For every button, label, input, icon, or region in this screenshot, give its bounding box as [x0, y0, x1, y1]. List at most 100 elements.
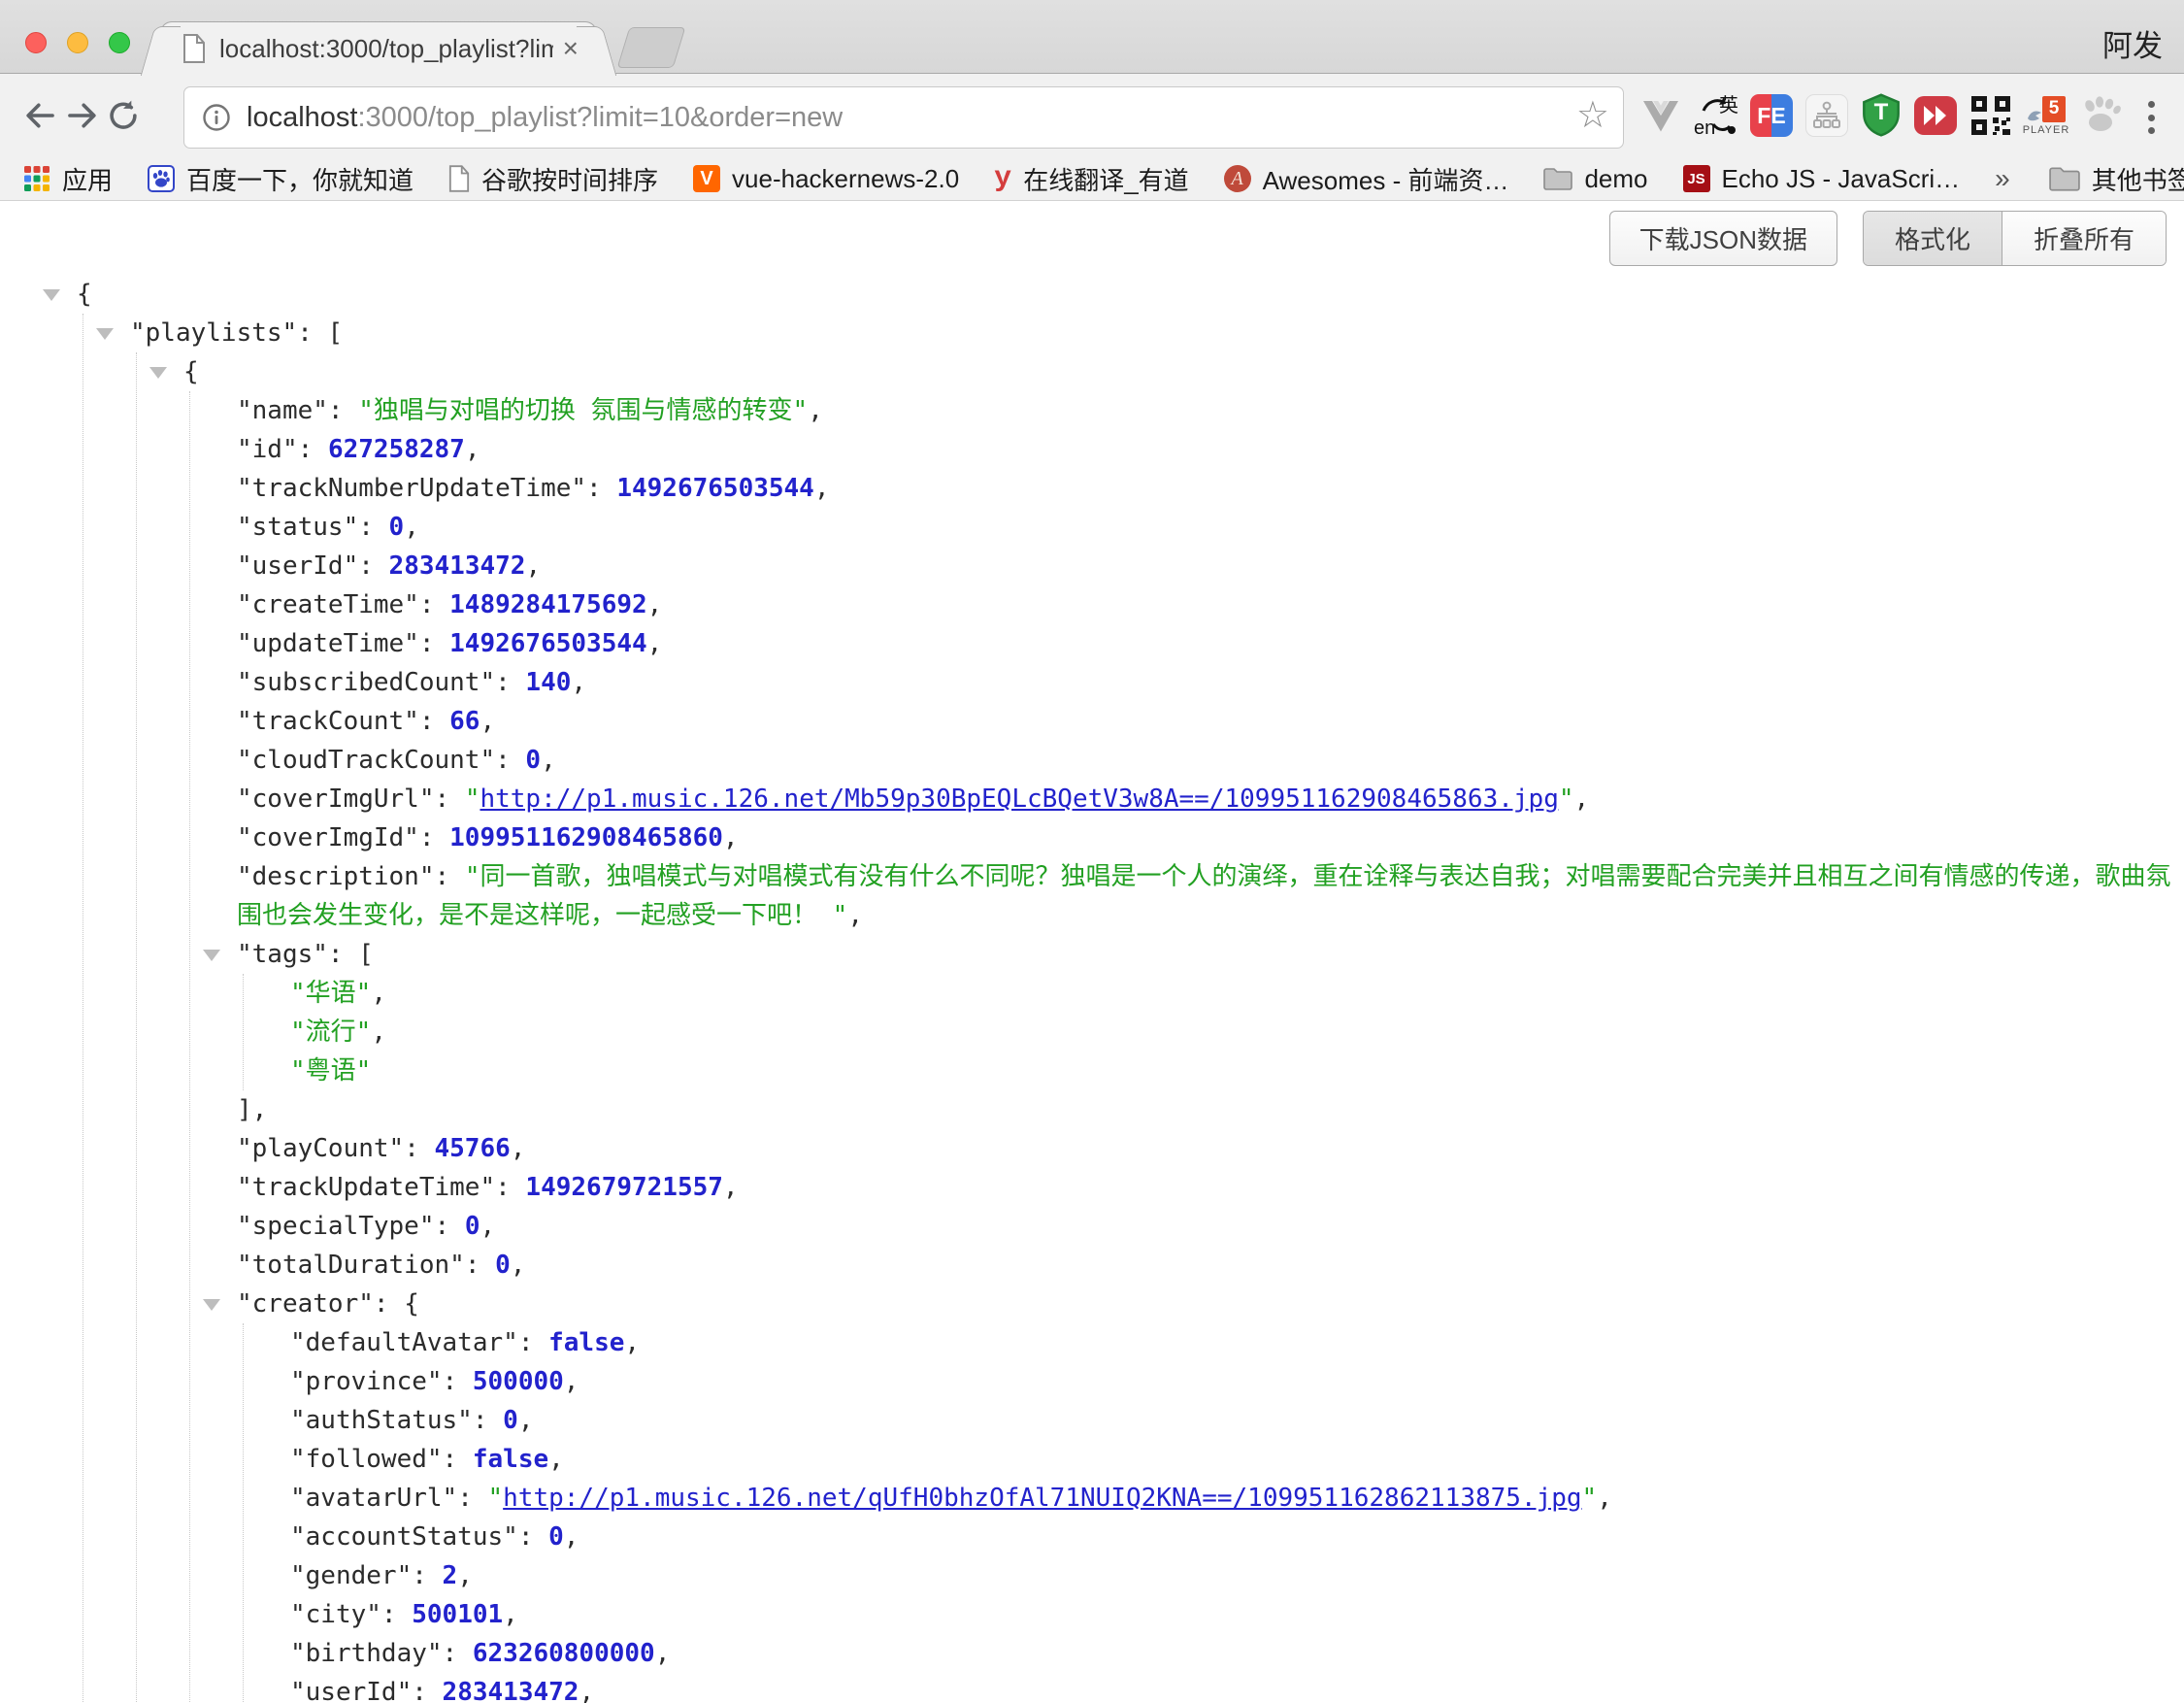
json-token: : — [358, 513, 388, 542]
browser-tab[interactable]: localhost:3000/top_playlist?lim × — [160, 21, 597, 75]
json-token: , — [252, 1095, 268, 1124]
json-number-value: 283413472 — [443, 1678, 579, 1703]
address-bar[interactable]: localhost:3000/top_playlist?limit=10&ord… — [183, 86, 1624, 149]
bookmark-echojs[interactable]: JS Echo JS - JavaScri… — [1683, 164, 1961, 194]
json-string-value: "流行" — [290, 1018, 371, 1047]
bookmark-vue-hackernews[interactable]: V vue-hackernews-2.0 — [693, 164, 959, 194]
bookmark-label: 百度一下，你就知道 — [186, 161, 414, 197]
collapse-arrow-icon[interactable] — [203, 1299, 220, 1311]
json-token: , — [647, 629, 663, 658]
video-speed-icon[interactable] — [1913, 91, 1958, 140]
json-key: "trackCount" — [237, 707, 419, 736]
json-number-value: 109951162908465860 — [449, 823, 723, 852]
fe-icon[interactable]: FE — [1749, 91, 1794, 140]
qrcode-icon[interactable] — [1969, 91, 2013, 140]
url-host: localhost — [247, 102, 357, 133]
json-key: "totalDuration" — [237, 1251, 465, 1280]
json-token: , — [571, 668, 586, 697]
collapse-arrow-icon[interactable] — [43, 289, 60, 301]
json-token: , — [465, 435, 480, 464]
sitemap-icon[interactable] — [1804, 91, 1849, 140]
json-bracket: { — [404, 1289, 419, 1319]
other-bookmarks-label: 其他书签 — [2092, 161, 2184, 197]
browser-menu-icon[interactable] — [2135, 98, 2167, 137]
bookmark-apps[interactable]: 应用 — [23, 161, 113, 197]
youdao-translate-icon[interactable]: 英en — [1694, 91, 1738, 140]
bookmark-youdao[interactable]: y 在线翻译_有道 — [994, 161, 1188, 197]
json-row: "name": "独唱与对唱的切换 氛围与情感的转变", — [190, 391, 2184, 430]
minimize-window-button[interactable] — [67, 32, 88, 53]
profile-name[interactable]: 阿发 — [2102, 21, 2163, 65]
page-content: 下载JSON数据 格式化 折叠所有 {"playlists": [{"name"… — [0, 201, 2184, 1703]
json-row: "华语", — [244, 974, 2184, 1013]
page-info-icon[interactable] — [202, 103, 231, 132]
bookmark-folder-demo[interactable]: demo — [1543, 164, 1647, 194]
apps-grid-icon — [23, 165, 50, 192]
json-link[interactable]: http://p1.music.126.net/qUfH0bhzOfAl71NU… — [503, 1484, 1581, 1513]
json-token: : — [412, 1678, 442, 1703]
json-number-value: 140 — [525, 668, 571, 697]
collapse-arrow-icon[interactable] — [149, 367, 167, 379]
json-bracket: { — [77, 280, 92, 309]
json-key: "userId" — [290, 1678, 412, 1703]
bookmarks-overflow-chevron[interactable]: » — [1995, 163, 2010, 194]
json-token: : — [374, 1289, 404, 1319]
json-key: "id" — [237, 435, 298, 464]
json-row: "defaultAvatar": false, — [244, 1323, 2184, 1362]
json-link[interactable]: http://p1.music.126.net/Mb59p30BpEQLcBQe… — [480, 785, 1558, 814]
format-button[interactable]: 格式化 — [1864, 212, 2002, 265]
json-token: : — [412, 1561, 442, 1590]
fullscreen-window-button[interactable] — [109, 32, 130, 53]
page-favicon-icon — [182, 34, 206, 63]
collapse-arrow-icon[interactable] — [203, 950, 220, 961]
json-token: : — [518, 1522, 548, 1552]
json-token: , — [564, 1367, 579, 1396]
url-text: localhost:3000/top_playlist?limit=10&ord… — [247, 102, 843, 134]
folder-icon — [1543, 167, 1572, 190]
vue-devtools-icon[interactable] — [1638, 91, 1683, 140]
html5-player-icon[interactable]: 5 PLAYER — [2024, 91, 2068, 140]
json-row: "status": 0, — [190, 508, 2184, 547]
json-group: "name": "独唱与对唱的切换 氛围与情感的转变", "id": 627258… — [189, 391, 2184, 1703]
json-number-value: 1492676503544 — [616, 474, 814, 503]
bookmark-baidu[interactable]: 百度一下，你就知道 — [148, 161, 414, 197]
json-key: "accountStatus" — [290, 1522, 518, 1552]
json-token: : — [297, 318, 327, 348]
tampermonkey-icon[interactable]: T — [1860, 93, 1903, 138]
json-token: : — [518, 1328, 548, 1357]
json-number-value: 0 — [548, 1522, 564, 1552]
json-token: , — [511, 1251, 526, 1280]
other-bookmarks[interactable]: 其他书签 — [2049, 161, 2184, 197]
bookmark-star-icon[interactable]: ☆ — [1576, 97, 1609, 134]
close-window-button[interactable] — [25, 32, 47, 53]
tab-close-icon[interactable]: × — [563, 35, 579, 62]
json-number-value: 500101 — [412, 1600, 503, 1629]
collapse-all-button[interactable]: 折叠所有 — [2002, 212, 2166, 265]
json-token: , — [814, 474, 830, 503]
collapse-arrow-icon[interactable] — [96, 328, 114, 340]
paw-icon[interactable] — [2079, 91, 2124, 140]
bookmarks-bar: 应用 百度一下，你就知道 谷歌按时间排序 V vue-hackernews-2.… — [0, 157, 2184, 201]
json-number-value: 627258287 — [328, 435, 465, 464]
json-row: "playCount": 45766, — [190, 1129, 2184, 1168]
forward-button[interactable] — [64, 97, 101, 134]
json-token: , — [647, 590, 663, 619]
json-number-value: false — [473, 1445, 548, 1474]
json-token: : — [495, 746, 525, 775]
json-number-value: 66 — [449, 707, 480, 736]
back-button[interactable] — [21, 97, 58, 134]
bookmark-awesomes[interactable]: A Awesomes - 前端资… — [1224, 161, 1509, 197]
new-tab-button[interactable] — [617, 27, 686, 68]
json-row: "userId": 283413472, — [190, 547, 2184, 585]
view-mode-segmented: 格式化 折叠所有 — [1863, 211, 2167, 266]
json-bracket: ] — [237, 1095, 252, 1124]
json-string-value: "粤语" — [290, 1056, 371, 1085]
json-row: "playlists": [ — [83, 314, 2184, 352]
bookmark-google-sort[interactable]: 谷歌按时间排序 — [448, 161, 658, 197]
download-json-button[interactable]: 下载JSON数据 — [1609, 211, 1837, 266]
json-token: : — [586, 474, 616, 503]
reload-button[interactable] — [105, 97, 142, 134]
json-string-value: " — [465, 785, 480, 814]
json-key: "coverImgUrl" — [237, 785, 435, 814]
json-token: : — [419, 707, 449, 736]
